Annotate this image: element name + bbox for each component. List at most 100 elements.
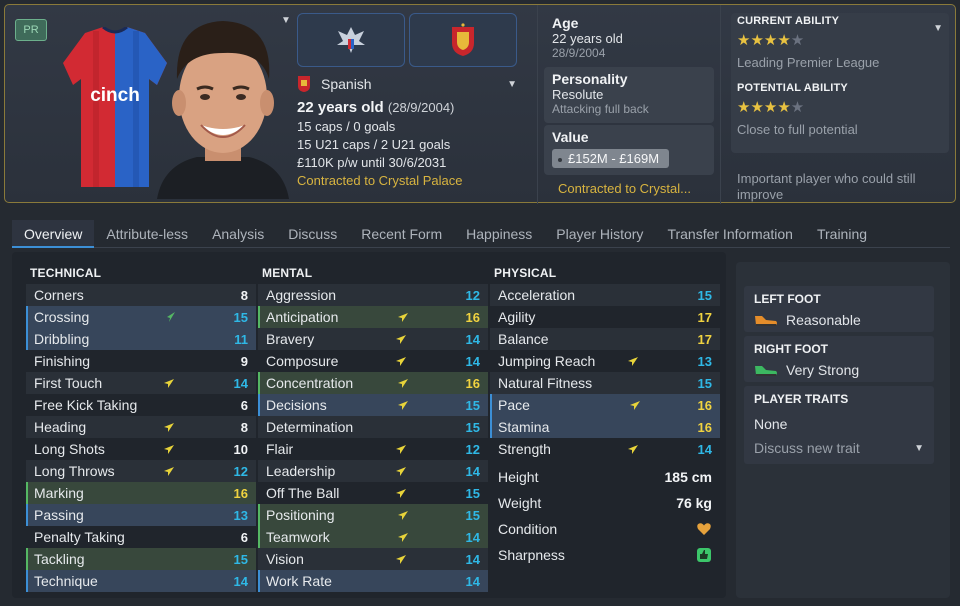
ability-box: CURRENT ABILITY ★★★★★ Leading Premier Le…	[731, 13, 949, 153]
value-box: Value £152M - £169M	[544, 125, 714, 175]
attr-row[interactable]: Aggression 12	[258, 284, 488, 306]
details-column: Age 22 years old 28/9/2004 Personality R…	[537, 5, 721, 204]
attr-row[interactable]: Work Rate 14	[258, 570, 488, 592]
age-box: Age 22 years old 28/9/2004	[544, 11, 714, 67]
player-traits-box: PLAYER TRAITS None Discuss new trait ▼	[744, 386, 934, 464]
attr-row[interactable]: Acceleration 15	[490, 284, 720, 306]
attr-row[interactable]: Penalty Taking 6	[26, 526, 256, 548]
trend-up-arrow-icon	[628, 445, 638, 454]
national-team-crest-button[interactable]	[409, 13, 517, 67]
attr-row[interactable]: Positioning 15	[258, 504, 488, 526]
chevron-down-icon[interactable]: ▼	[914, 440, 924, 456]
chevron-down-icon[interactable]: ▼	[507, 79, 517, 90]
current-ability-title: CURRENT ABILITY	[737, 15, 840, 27]
tab-overview[interactable]: Overview	[12, 220, 95, 248]
attr-row[interactable]: Pace 16	[490, 394, 720, 416]
attr-row[interactable]: Crossing 15	[26, 306, 256, 328]
trend-up-arrow-icon	[398, 511, 408, 520]
attr-row[interactable]: Bravery 14	[258, 328, 488, 350]
player-header: PR cinch ▼ Spanish ▼ 22 years old (28/9/…	[4, 4, 956, 204]
attr-row[interactable]: Balance 17	[490, 328, 720, 350]
attr-row[interactable]: Flair 12	[258, 438, 488, 460]
chevron-down-icon[interactable]: ▼	[933, 23, 943, 34]
dob: (28/9/2004)	[387, 100, 455, 115]
attr-row[interactable]: First Touch 14	[26, 372, 256, 394]
tab-recent-form[interactable]: Recent Form	[349, 220, 454, 248]
potential-ability-stars: ★★★★★	[737, 99, 805, 116]
attr-row[interactable]: Long Shots 10	[26, 438, 256, 460]
contract-club[interactable]: Contracted to Crystal Palace	[297, 173, 519, 188]
attr-row[interactable]: Natural Fitness 15	[490, 372, 720, 394]
contract-short[interactable]: Contracted to Crystal...	[558, 181, 691, 196]
tab-transfer-information[interactable]: Transfer Information	[655, 220, 805, 248]
attr-row[interactable]: Technique 14	[26, 570, 256, 592]
kit-image: cinch	[63, 27, 167, 187]
attr-row[interactable]: Strength 14	[490, 438, 720, 460]
condition-row[interactable]: Condition	[490, 516, 720, 542]
sharpness-row[interactable]: Sharpness	[490, 542, 720, 568]
side-panel: LEFT FOOT Reasonable RIGHT FOOT Very Str…	[736, 262, 950, 598]
attr-row[interactable]: Stamina 16	[490, 416, 720, 438]
tab-discuss[interactable]: Discuss	[276, 220, 349, 248]
attr-row[interactable]: Tackling 15	[26, 548, 256, 570]
ability-column: CURRENT ABILITY ★★★★★ Leading Premier Le…	[727, 13, 949, 202]
attr-row[interactable]: Determination 15	[258, 416, 488, 438]
physical-list: Acceleration 15 Agility 17 Balance 17 Jumpi…	[490, 284, 720, 460]
attributes-panel: TECHNICAL Corners 8 Crossing 15 Dribbling 1…	[12, 252, 726, 598]
tab-bar: Overview Attribute-less Analysis Discuss…	[12, 220, 950, 248]
current-ability-note: Leading Premier League	[737, 55, 880, 70]
attr-row[interactable]: Leadership 14	[258, 460, 488, 482]
club-crest-button[interactable]	[297, 13, 405, 67]
discuss-new-trait-dropdown[interactable]: Discuss new trait ▼	[754, 440, 924, 456]
caps: 15 caps / 0 goals	[297, 119, 396, 134]
left-foot-box: LEFT FOOT Reasonable	[744, 286, 934, 332]
kit-sponsor: cinch	[90, 85, 140, 106]
attr-row[interactable]: Agility 17	[490, 306, 720, 328]
attr-row[interactable]: Dribbling 11	[26, 328, 256, 350]
attr-row[interactable]: Heading 8	[26, 416, 256, 438]
trend-up-arrow-icon	[398, 379, 408, 388]
tab-attribute-less[interactable]: Attribute-less	[94, 220, 200, 248]
tab-happiness[interactable]: Happiness	[454, 220, 544, 248]
attr-row[interactable]: Anticipation 16	[258, 306, 488, 328]
attr-row[interactable]: Long Throws 12	[26, 460, 256, 482]
mental-column: MENTAL Aggression 12 Anticipation 16 Brave…	[258, 266, 488, 592]
attr-row[interactable]: Finishing 9	[26, 350, 256, 372]
age: 22 years old	[297, 99, 384, 116]
attr-row[interactable]: Jumping Reach 13	[490, 350, 720, 372]
potential-ability-note: Close to full potential	[737, 122, 858, 137]
right-foot-value: Very Strong	[786, 362, 860, 378]
tab-player-history[interactable]: Player History	[544, 220, 655, 248]
attr-row[interactable]: Off The Ball 15	[258, 482, 488, 504]
discuss-new-trait-label: Discuss new trait	[754, 440, 860, 456]
pr-badge: PR	[15, 19, 47, 41]
ability-extra-note: Important player who could still improve	[737, 171, 916, 202]
attr-row[interactable]: Marking 16	[26, 482, 256, 504]
trend-up-arrow-icon	[164, 379, 174, 388]
trend-up-arrow-icon	[164, 423, 174, 432]
trend-up-arrow-icon	[396, 555, 406, 564]
attr-row[interactable]: Composure 14	[258, 350, 488, 372]
nationality-row[interactable]: Spanish ▼	[297, 73, 519, 95]
attr-row[interactable]: Passing 13	[26, 504, 256, 526]
weight-row: Weight 76 kg	[498, 495, 712, 511]
height-row: Height 185 cm	[498, 469, 712, 485]
role-value: Attacking full back	[552, 102, 649, 116]
trend-up-arrow-icon	[396, 445, 406, 454]
attr-row[interactable]: Free Kick Taking 6	[26, 394, 256, 416]
attr-row[interactable]: Vision 14	[258, 548, 488, 570]
chevron-down-icon[interactable]: ▼	[281, 15, 295, 27]
value-range[interactable]: £152M - £169M	[552, 149, 670, 168]
boot-icon	[755, 316, 777, 326]
dob-value: 28/9/2004	[552, 46, 606, 60]
attr-row[interactable]: Concentration 16	[258, 372, 488, 394]
attr-row[interactable]: Decisions 15	[258, 394, 488, 416]
tab-analysis[interactable]: Analysis	[200, 220, 276, 248]
spain-flag-icon	[298, 76, 310, 92]
personality-value: Resolute	[552, 87, 604, 102]
boot-icon	[755, 366, 777, 376]
personality-box: Personality Resolute Attacking full back	[544, 67, 714, 123]
attr-row[interactable]: Corners 8	[26, 284, 256, 306]
attr-row[interactable]: Teamwork 14	[258, 526, 488, 548]
tab-training[interactable]: Training	[805, 220, 879, 248]
